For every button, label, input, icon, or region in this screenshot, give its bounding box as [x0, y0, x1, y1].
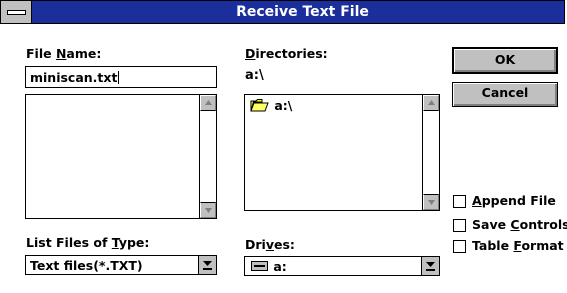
file-name-input[interactable]: miniscan.txt: [25, 66, 217, 88]
scroll-up-arrow[interactable]: [200, 95, 216, 111]
floppy-drive-icon: [251, 261, 268, 271]
file-name-label: File Name:: [26, 46, 102, 61]
dropdown-arrow-icon: [203, 261, 212, 270]
file-type-dropdown-button[interactable]: [198, 256, 216, 274]
ok-button[interactable]: OK: [452, 47, 558, 74]
drives-label: Drives:: [245, 237, 295, 252]
file-type-select[interactable]: Text files(*.TXT): [25, 255, 217, 275]
table-format-checkbox[interactable]: [453, 240, 466, 253]
save-controls-checkbox[interactable]: [453, 219, 466, 232]
down-arrow-icon: [428, 200, 435, 205]
scroll-down-arrow[interactable]: [200, 202, 216, 218]
current-directory: a:\: [245, 68, 264, 83]
drives-select[interactable]: a:: [244, 256, 440, 276]
save-controls-label[interactable]: Save Controls: [472, 217, 567, 232]
text-caret: [118, 71, 120, 84]
scroll-down-arrow[interactable]: [423, 194, 439, 210]
open-folder-icon: [250, 99, 269, 112]
up-arrow-icon: [205, 100, 212, 105]
down-arrow-icon: [205, 208, 212, 213]
scroll-up-arrow[interactable]: [423, 95, 439, 111]
window-title: Receive Text File: [236, 4, 369, 20]
cancel-button[interactable]: Cancel: [452, 82, 558, 107]
file-type-label: List Files of Type:: [26, 235, 150, 250]
directory-item[interactable]: a:\: [250, 98, 292, 113]
file-list-scrollbar[interactable]: [199, 95, 216, 218]
append-file-label[interactable]: Append File: [472, 193, 556, 208]
directories-label: Directories:: [245, 46, 328, 61]
receive-text-file-dialog: Receive Text File File Name: miniscan.tx…: [0, 0, 567, 293]
directory-list-scrollbar[interactable]: [422, 95, 439, 210]
dropdown-arrow-icon: [426, 262, 435, 271]
file-name-value: miniscan.txt: [30, 70, 118, 85]
file-type-value: Text files(*.TXT): [30, 258, 143, 273]
table-format-label[interactable]: Table Format: [472, 238, 564, 253]
append-file-checkbox[interactable]: [453, 195, 466, 208]
up-arrow-icon: [428, 100, 435, 105]
drives-dropdown-button[interactable]: [421, 257, 439, 275]
title-bar[interactable]: Receive Text File: [0, 0, 565, 24]
drive-value: a:: [251, 259, 287, 274]
directory-list[interactable]: a:\: [244, 94, 440, 211]
file-list[interactable]: [25, 94, 217, 219]
